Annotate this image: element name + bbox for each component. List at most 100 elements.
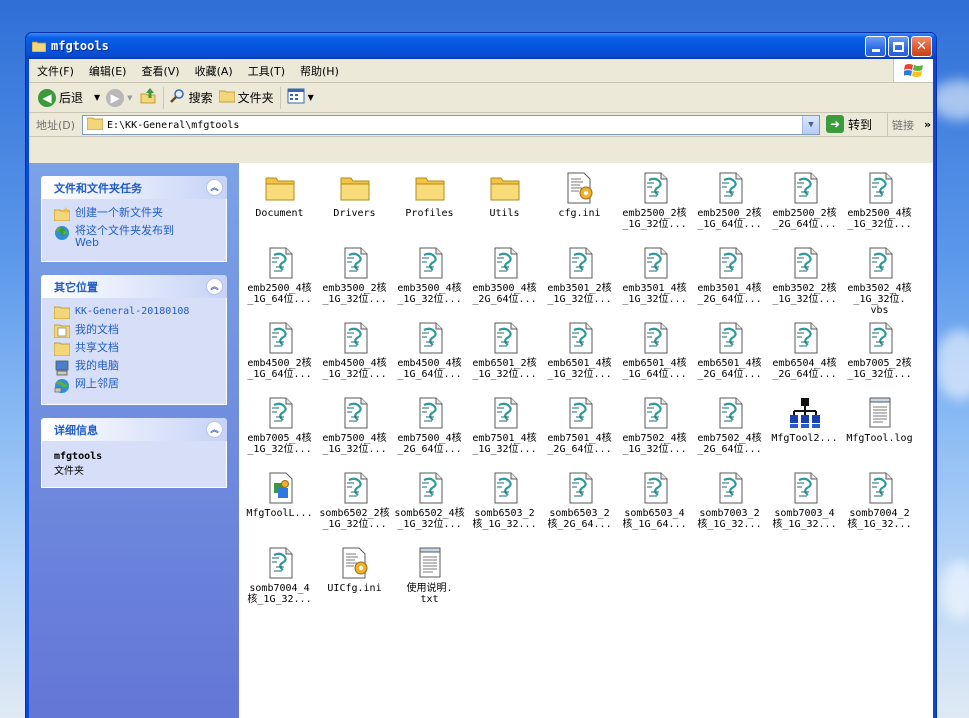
file-item[interactable]: UICfg.ini [317,544,392,619]
file-item[interactable]: somb6502_4核 _1G_32位... [392,469,467,544]
menu-help[interactable]: 帮助(H) [292,63,346,79]
file-name: somb7004_2 核_1G_32... [847,508,912,530]
file-item[interactable]: emb7500_4核 _1G_32位... [317,394,392,469]
file-name: emb7500_4核 _1G_32位... [322,433,387,455]
vbs-script-icon [713,396,747,430]
file-item[interactable]: cfg.ini [542,169,617,244]
file-name: UICfg.ini [327,583,382,594]
menu-file[interactable]: 文件(F) [29,63,81,79]
file-item[interactable]: emb2500_2核 _2G_64位... [767,169,842,244]
menu-view[interactable]: 查看(V) [133,63,186,79]
file-name: MfgTool2... [771,433,838,444]
file-item[interactable]: emb6504_4核 _2G_64位... [767,319,842,394]
forward-dropdown-icon[interactable]: ▼ [127,94,132,102]
collapse-icon[interactable]: ︽ [206,278,223,295]
details-type: 文件夹 [54,466,84,477]
back-dropdown-icon[interactable]: ▼ [94,93,100,102]
file-item[interactable]: emb2500_2核 _1G_32位... [617,169,692,244]
collapse-icon[interactable]: ︽ [206,421,223,438]
address-dropdown-button[interactable]: ▼ [802,116,819,134]
file-item[interactable]: Document [242,169,317,244]
file-item[interactable]: emb7502_4核 _2G_64位... [692,394,767,469]
desktop-cloud [940,560,969,620]
file-item[interactable]: MfgTool2... [767,394,842,469]
search-button[interactable]: 搜索 [167,86,216,110]
links-button[interactable]: 链接 » [887,113,931,136]
file-item[interactable]: Drivers [317,169,392,244]
file-item[interactable]: emb4500_4核 _1G_64位... [392,319,467,394]
up-folder-button[interactable] [136,86,160,110]
config-file-icon [338,546,372,580]
back-button[interactable]: ◀ 后退 ▼ [35,86,103,110]
file-item[interactable]: emb3501_2核 _1G_32位... [542,244,617,319]
collapse-icon[interactable]: ︽ [206,179,223,196]
folders-button[interactable]: 文件夹 [216,86,277,110]
file-item[interactable]: emb3500_2核 _1G_32位... [317,244,392,319]
file-item[interactable]: Profiles [392,169,467,244]
maximize-button[interactable] [888,36,909,57]
file-item[interactable]: Utils [467,169,542,244]
place-network-label: 网上邻居 [75,377,119,390]
file-item[interactable]: somb7004_2 核_1G_32... [842,469,917,544]
file-item[interactable]: emb3501_4核 _1G_32位... [617,244,692,319]
go-arrow-icon: ➜ [826,115,844,133]
file-item[interactable]: emb7500_4核 _2G_64位... [392,394,467,469]
file-item[interactable]: somb6503_2 核_2G_64... [542,469,617,544]
file-item[interactable]: MfgTool.log [842,394,917,469]
other-places-header[interactable]: 其它位置 ︽ [41,275,227,298]
close-button[interactable]: ✕ [911,36,932,57]
file-item[interactable]: emb3502_4核 _1G_32位. vbs [842,244,917,319]
file-item[interactable]: somb6503_2 核_1G_32... [467,469,542,544]
forward-button[interactable]: ▶ ▼ [103,86,135,110]
file-item[interactable]: 使用说明. txt [392,544,467,619]
menu-favorites[interactable]: 收藏(A) [187,63,240,79]
file-item[interactable]: MfgToolL... [242,469,317,544]
place-shared-documents[interactable]: 共享文档 [53,342,220,357]
file-item[interactable]: emb4500_4核 _1G_32位... [317,319,392,394]
file-item[interactable]: emb2500_2核 _1G_64位... [692,169,767,244]
file-item[interactable]: emb7502_4核 _1G_32位... [617,394,692,469]
file-item[interactable]: somb7003_2 核_1G_32... [692,469,767,544]
file-item[interactable]: emb3502_2核 _1G_32位... [767,244,842,319]
views-button[interactable]: ▼ [284,86,317,110]
details-header[interactable]: 详细信息 ︽ [41,418,227,441]
file-item[interactable]: emb6501_4核 _1G_32位... [542,319,617,394]
file-item[interactable]: emb7005_4核 _1G_32位... [242,394,317,469]
file-item[interactable]: emb3500_4核 _1G_32位... [392,244,467,319]
task-new-folder[interactable]: 创建一个新文件夹 [53,207,220,222]
file-item[interactable]: emb2500_4核 _1G_64位... [242,244,317,319]
file-item[interactable]: somb6503_4 核_1G_64... [617,469,692,544]
minimize-button[interactable] [865,36,886,57]
place-my-computer[interactable]: 我的电脑 [54,360,220,376]
file-item[interactable]: emb4500_2核 _1G_64位... [242,319,317,394]
file-item[interactable]: somb7003_4 核_1G_32... [767,469,842,544]
file-tasks-header[interactable]: 文件和文件夹任务 ︽ [41,176,227,199]
file-item[interactable]: emb6501_2核 _1G_32位... [467,319,542,394]
menu-edit[interactable]: 编辑(E) [81,63,134,79]
go-button[interactable]: ➜ 转到 [826,115,872,133]
menu-tools[interactable]: 工具(T) [240,63,292,79]
file-item[interactable]: emb3500_4核 _2G_64位... [467,244,542,319]
my-documents-icon [53,324,71,339]
file-item[interactable]: emb6501_4核 _1G_64位... [617,319,692,394]
file-name: emb3502_2核 _1G_32位... [772,283,837,305]
place-network[interactable]: 网上邻居 [54,377,220,393]
title-bar[interactable]: mfgtools ✕ [26,33,936,59]
address-input[interactable]: E:\KK-General\mfgtools ▼ [82,115,820,135]
file-name: cfg.ini [558,208,601,219]
file-item[interactable]: emb7501_4核 _2G_64位... [542,394,617,469]
task-publish-web[interactable]: 将这个文件夹发布到 Web [54,225,220,249]
file-item[interactable]: somb6502_2核 _1G_32位... [317,469,392,544]
place-kk-general[interactable]: KK-General-20180108 [53,306,220,320]
file-item[interactable]: emb6501_4核 _2G_64位... [692,319,767,394]
vbs-script-icon [488,321,522,355]
vbs-script-icon [863,171,897,205]
place-my-documents[interactable]: 我的文档 [53,324,220,339]
file-item[interactable]: emb2500_4核 _1G_32位... [842,169,917,244]
file-item[interactable]: emb3501_4核 _2G_64位... [692,244,767,319]
file-item[interactable]: emb7501_4核 _1G_32位... [467,394,542,469]
file-item[interactable]: somb7004_4 核_1G_32... [242,544,317,619]
file-item[interactable]: emb7005_2核 _1G_32位... [842,319,917,394]
file-list-view[interactable]: Document Drivers Profiles Utils cfg.ini emb25… [239,163,933,718]
file-name: emb2500_2核 _1G_32位... [622,208,687,230]
